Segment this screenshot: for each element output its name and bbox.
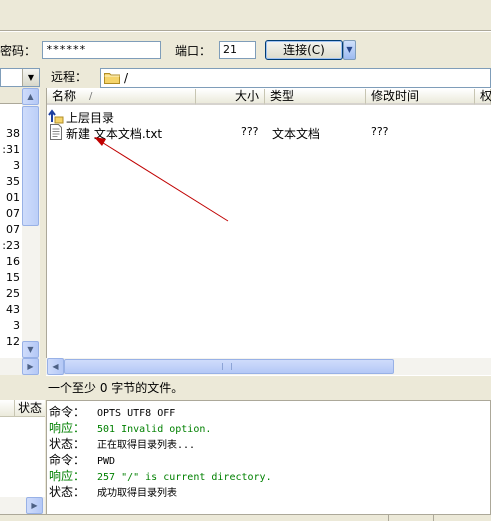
local-list-item[interactable]: :31 (0, 143, 20, 156)
local-list-item[interactable]: :23 (0, 239, 20, 252)
connect-button[interactable]: 连接(C) (265, 40, 343, 60)
log-kind: 状态： (49, 437, 86, 451)
chevron-right-icon: ▶ (27, 362, 34, 371)
local-list-item[interactable]: 35 (0, 175, 20, 188)
password-input[interactable]: ****** (42, 41, 161, 59)
column-header-type[interactable]: 类型 (265, 89, 366, 105)
remote-label: 远程： (51, 70, 88, 84)
local-list-item[interactable]: 12 (0, 335, 20, 348)
log-text: 正在取得目录列表... (97, 440, 196, 451)
remote-path-text: / (124, 71, 129, 85)
chevron-right-icon: ▶ (31, 501, 38, 510)
local-list-item[interactable]: 43 (0, 303, 20, 316)
local-list-item[interactable]: 16 (0, 255, 20, 268)
column-header-name-label: 名称 (52, 89, 77, 103)
log-kind: 命令： (49, 405, 86, 419)
log-text: 成功取得目录列表 (97, 488, 177, 499)
status-panel (433, 515, 491, 521)
column-header-modified[interactable]: 修改时间 (366, 89, 475, 105)
local-list-item[interactable]: 15 (0, 271, 20, 284)
log-line: 状态： 正在取得目录列表... (49, 435, 195, 451)
port-label: 端口： (175, 44, 212, 58)
remote-path-combo[interactable] (100, 68, 491, 88)
port-input[interactable]: 21 (219, 41, 256, 59)
column-header-size[interactable]: 大小 (196, 89, 265, 105)
local-path-dropdown[interactable]: ▼ (22, 69, 39, 86)
chevron-left-icon: ◀ (52, 362, 59, 371)
sort-indicator-icon: / (89, 91, 93, 102)
log-text: 501 Invalid option. (97, 424, 212, 435)
queue-list[interactable] (0, 417, 45, 497)
scroll-left-button[interactable]: ◀ (47, 358, 64, 375)
queue-column-status[interactable]: 状态 (14, 400, 45, 417)
scroll-right-button[interactable]: ▶ (26, 497, 43, 514)
local-horizontal-scrollbar[interactable]: ▶ (0, 358, 40, 375)
log-text: PWD (97, 456, 116, 467)
log-line: 响应： 257 "/" is current directory. (49, 467, 272, 483)
log-line: 响应： 501 Invalid option. (49, 419, 211, 435)
column-header-name[interactable]: 名称 / (47, 89, 196, 105)
local-list-item[interactable]: 3 (0, 159, 20, 172)
local-list-item[interactable]: 38 (0, 127, 20, 140)
queue-horizontal-scrollbar[interactable]: ▶ (0, 497, 45, 514)
log-kind: 响应： (49, 469, 86, 483)
annotation-arrow (94, 137, 229, 222)
scroll-up-button[interactable]: ▲ (22, 88, 39, 105)
local-list-item[interactable]: 07 (0, 223, 20, 236)
local-list-item[interactable]: 25 (0, 287, 20, 300)
local-vertical-scrollbar[interactable]: ▲ ▼ (22, 88, 40, 358)
log-text: 257 "/" is current directory. (97, 472, 272, 483)
log-line: 命令： PWD (49, 451, 115, 467)
log-kind: 响应： (49, 421, 86, 435)
local-list-item[interactable]: 3 (0, 319, 20, 332)
remote-status-text: 一个至少 0 字节的文件。 (48, 381, 184, 395)
scroll-right-button[interactable]: ▶ (22, 358, 39, 375)
chevron-down-icon: ▼ (346, 45, 353, 54)
local-list-item[interactable]: 01 (0, 191, 20, 204)
password-label: 密码： (0, 44, 37, 58)
chevron-up-icon: ▲ (27, 92, 34, 101)
scroll-down-button[interactable]: ▼ (22, 341, 39, 358)
chevron-down-icon: ▼ (27, 345, 34, 354)
local-scroll-thumb[interactable] (22, 106, 39, 226)
folder-icon (104, 73, 120, 84)
status-panel (388, 515, 433, 521)
connect-dropdown-button[interactable]: ▼ (343, 40, 356, 60)
scroll-grip-icon (222, 363, 232, 370)
column-header-permissions[interactable]: 权 (475, 89, 491, 105)
log-kind: 命令： (49, 453, 86, 467)
local-list-item[interactable]: 07 (0, 207, 20, 220)
log-kind: 状态： (49, 485, 86, 499)
log-line: 状态： 成功取得目录列表 (49, 483, 177, 499)
log-text: OPTS UTF8 OFF (97, 408, 176, 419)
chevron-down-icon: ▼ (27, 73, 35, 82)
log-line: 命令： OPTS UTF8 OFF (49, 403, 175, 419)
local-list-header (0, 88, 22, 104)
